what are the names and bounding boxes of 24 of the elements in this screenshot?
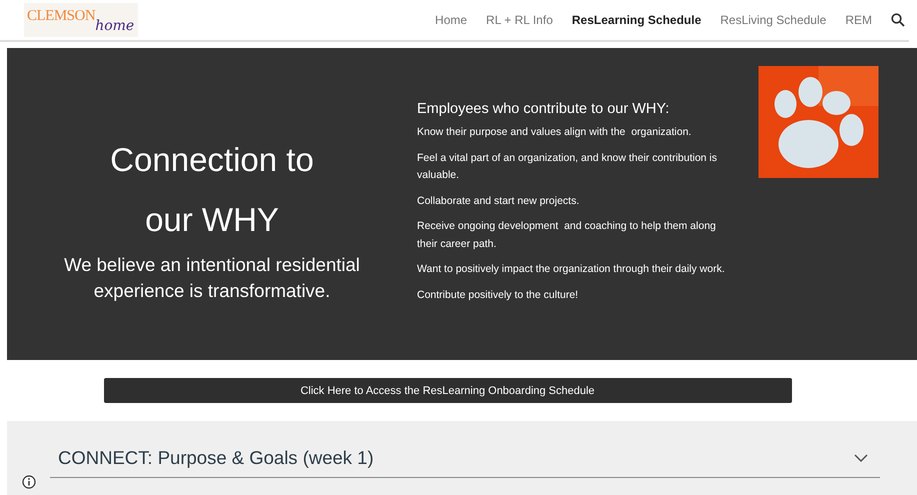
chevron-icon[interactable]: [854, 454, 868, 462]
list-item: Know their purpose and values align with the organization.: [417, 125, 692, 140]
info-icon[interactable]: [22, 475, 36, 489]
list-item: Contribute positively to the culture!: [417, 288, 580, 302]
accordion-header[interactable]: CONNECT: Purpose & Goals (week 1): [50, 447, 880, 478]
logo-wordmark: CLEMSON: [27, 7, 96, 25]
accordion-title: CONNECT: Purpose & Goals (week 1): [58, 447, 374, 469]
nav-link[interactable]: RL + RL Info: [486, 13, 553, 27]
list-item: Want to positively impact the organization through their daily work.: [417, 262, 726, 277]
hero-subtitle: We believe an intentional residential experience is transformative.: [63, 253, 361, 303]
list-item: Receive ongoing development and coaching to help them along their career path.: [417, 219, 717, 252]
list-heading: Employees who contribute to our WHY:: [417, 101, 670, 117]
list-item: Feel a vital part of an organization, and know their contribution is valuable.: [417, 150, 718, 183]
logo-script: home: [95, 18, 136, 35]
nav-link[interactable]: ResLearning Schedule: [572, 13, 702, 27]
hero-title: Connection to: [110, 140, 314, 180]
site-logo[interactable]: CLEMSON home: [24, 3, 138, 37]
hero-title: our WHY: [145, 200, 279, 240]
onboarding-schedule-button[interactable]: Click Here to Access the ResLearning Onboarding Schedule: [104, 378, 792, 403]
nav-link[interactable]: REM: [845, 13, 872, 27]
search-icon[interactable]: [891, 13, 905, 27]
nav-link[interactable]: Home: [435, 13, 468, 27]
nav-link[interactable]: ResLiving Schedule: [720, 13, 826, 27]
list-item: Collaborate and start new projects.: [417, 194, 580, 208]
